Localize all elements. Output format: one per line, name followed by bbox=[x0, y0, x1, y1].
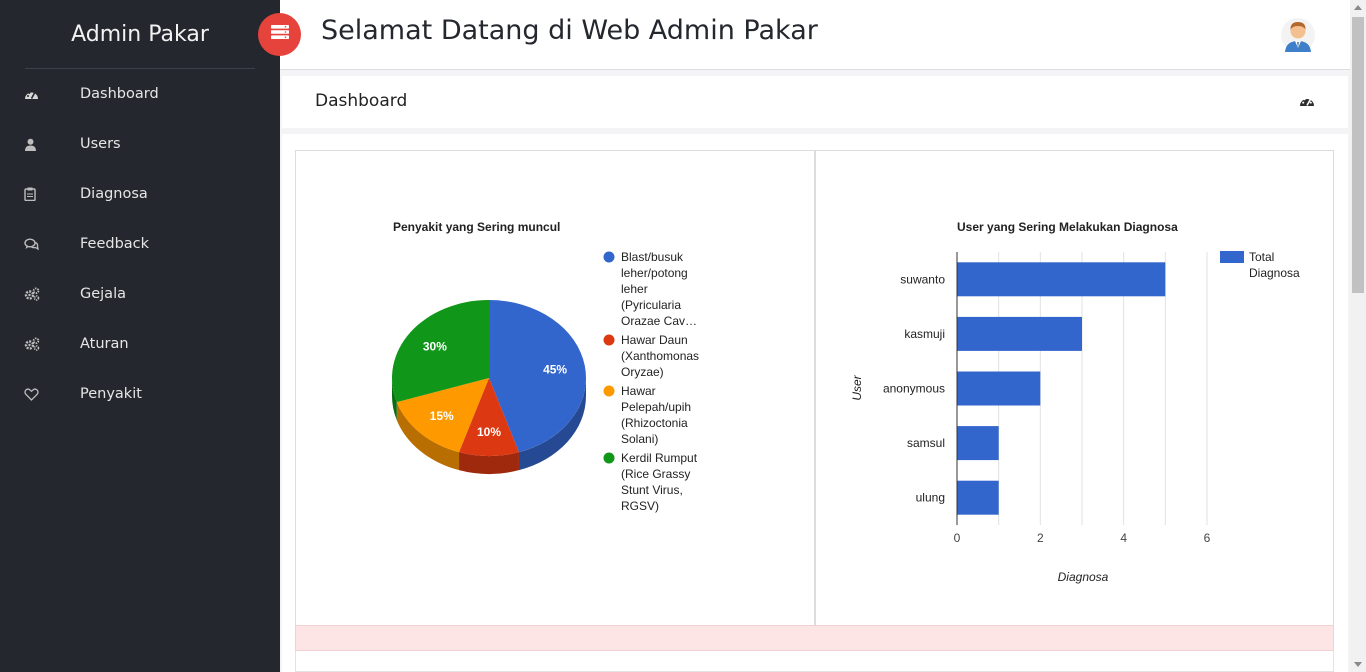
legend-marker bbox=[603, 385, 615, 397]
legend-marker bbox=[603, 452, 615, 464]
user-icon bbox=[0, 138, 80, 151]
bar[interactable] bbox=[957, 262, 1166, 297]
sidebar-menu: Dashboard Users Diagnosa Feedback Gejala bbox=[0, 69, 280, 419]
legend-label: (Rice Grassy bbox=[621, 467, 690, 481]
legend-label: Pelepah/upih bbox=[621, 400, 691, 414]
legend-marker bbox=[603, 251, 615, 263]
legend-label: (Rhizoctonia bbox=[621, 416, 688, 430]
legend-label: leher/potong bbox=[621, 266, 688, 280]
legend-label: Solani) bbox=[621, 432, 658, 446]
bar-chart-panel: User yang Sering Melakukan Diagnosa 0 2 4 6… bbox=[815, 150, 1334, 626]
comments-icon bbox=[0, 238, 80, 251]
cogs-icon bbox=[0, 337, 80, 351]
dashboard-icon bbox=[1299, 94, 1315, 113]
sidebar-item-feedback[interactable]: Feedback bbox=[0, 219, 280, 269]
brand-title[interactable]: Admin Pakar bbox=[25, 0, 255, 69]
bar[interactable] bbox=[957, 316, 1082, 351]
legend-label: Blast/busuk bbox=[621, 250, 684, 264]
sidebar-item-users[interactable]: Users bbox=[0, 119, 280, 169]
legend-label: RGSV) bbox=[621, 499, 659, 513]
dashboard-content: Penyakit yang Sering muncul 45% 10% 15% 30%… bbox=[282, 134, 1348, 672]
scrollbar[interactable] bbox=[1350, 0, 1366, 672]
pie-percent-label: 15% bbox=[430, 409, 454, 423]
sidebar-item-aturan[interactable]: Aturan bbox=[0, 319, 280, 369]
page-welcome-title: Selamat Datang di Web Admin Pakar bbox=[321, 15, 818, 46]
lower-panel bbox=[295, 651, 1334, 672]
scroll-up-arrow-icon[interactable] bbox=[1354, 5, 1362, 10]
legend-marker bbox=[1220, 251, 1244, 263]
legend-label: Kerdil Rumput bbox=[621, 451, 698, 465]
pie-percent-label: 10% bbox=[477, 425, 501, 439]
legend-label: Oryzae) bbox=[621, 365, 664, 379]
x-axis-label: Diagnosa bbox=[1058, 570, 1109, 584]
legend-marker bbox=[603, 334, 615, 346]
sidebar-item-label: Penyakit bbox=[80, 386, 142, 402]
x-tick-label: 4 bbox=[1120, 531, 1127, 545]
bar[interactable] bbox=[957, 371, 1041, 406]
sidebar-item-label: Gejala bbox=[80, 286, 126, 302]
scroll-thumb[interactable] bbox=[1352, 17, 1364, 293]
bar-chart-title: User yang Sering Melakukan Diagnosa bbox=[957, 220, 1178, 234]
y-tick-label: samsul bbox=[907, 436, 945, 450]
bar[interactable] bbox=[957, 426, 999, 461]
legend-label: (Pyricularia bbox=[621, 298, 681, 312]
legend-label: Diagnosa bbox=[1249, 266, 1300, 280]
sidebar-item-label: Diagnosa bbox=[80, 186, 148, 202]
bar-chart: User yang Sering Melakukan Diagnosa 0 2 4 6… bbox=[850, 220, 1300, 584]
x-tick-label: 6 bbox=[1204, 531, 1211, 545]
sidebar-toggle-button[interactable] bbox=[258, 13, 301, 56]
legend-label: Stunt Virus, bbox=[621, 483, 683, 497]
sidebar-item-label: Dashboard bbox=[80, 86, 159, 102]
sidebar-item-dashboard[interactable]: Dashboard bbox=[0, 69, 280, 119]
page-header: Dashboard bbox=[282, 76, 1348, 128]
pie-percent-label: 30% bbox=[423, 339, 447, 353]
x-tick-label: 2 bbox=[1037, 531, 1044, 545]
legend-label: Hawar Daun bbox=[621, 333, 688, 347]
legend-label: leher bbox=[621, 282, 648, 296]
dashboard-icon bbox=[0, 88, 80, 101]
cogs-icon bbox=[0, 287, 80, 301]
y-tick-label: suwanto bbox=[900, 272, 945, 286]
topbar: Selamat Datang di Web Admin Pakar bbox=[258, 0, 1350, 70]
y-axis-label: User bbox=[850, 374, 864, 400]
bar[interactable] bbox=[957, 480, 999, 515]
sidebar-item-label: Aturan bbox=[80, 336, 129, 352]
pie-chart: Penyakit yang Sering muncul 45% 10% 15% 30%… bbox=[392, 220, 699, 513]
y-tick-label: kasmuji bbox=[904, 327, 945, 341]
user-avatar-icon[interactable] bbox=[1280, 17, 1316, 53]
sidebar-item-gejala[interactable]: Gejala bbox=[0, 269, 280, 319]
sidebar-item-label: Feedback bbox=[80, 236, 150, 252]
legend-label: (Xanthomonas bbox=[621, 349, 699, 363]
pie-chart-title: Penyakit yang Sering muncul bbox=[393, 220, 560, 234]
alert-strip bbox=[295, 625, 1334, 651]
sidebar-item-diagnosa[interactable]: Diagnosa bbox=[0, 169, 280, 219]
page-title: Dashboard bbox=[315, 91, 408, 111]
pie-chart-panel: Penyakit yang Sering muncul 45% 10% 15% 30%… bbox=[295, 150, 815, 626]
legend-label: Orazae Cav… bbox=[621, 314, 697, 328]
pie-percent-label: 45% bbox=[543, 363, 567, 377]
x-tick-label: 0 bbox=[954, 531, 961, 545]
clipboard-icon bbox=[0, 187, 80, 201]
sidebar: Admin Pakar Dashboard Users Diagnosa Fee… bbox=[0, 0, 280, 672]
server-icon bbox=[270, 24, 290, 45]
legend-label: Total bbox=[1249, 250, 1274, 264]
legend-label: Hawar bbox=[621, 384, 656, 398]
scroll-down-arrow-icon[interactable] bbox=[1354, 662, 1362, 667]
y-tick-label: anonymous bbox=[883, 382, 945, 396]
y-tick-label: ulung bbox=[916, 491, 945, 505]
sidebar-item-label: Users bbox=[80, 136, 121, 152]
heart-icon bbox=[0, 387, 80, 401]
sidebar-item-penyakit[interactable]: Penyakit bbox=[0, 369, 280, 419]
